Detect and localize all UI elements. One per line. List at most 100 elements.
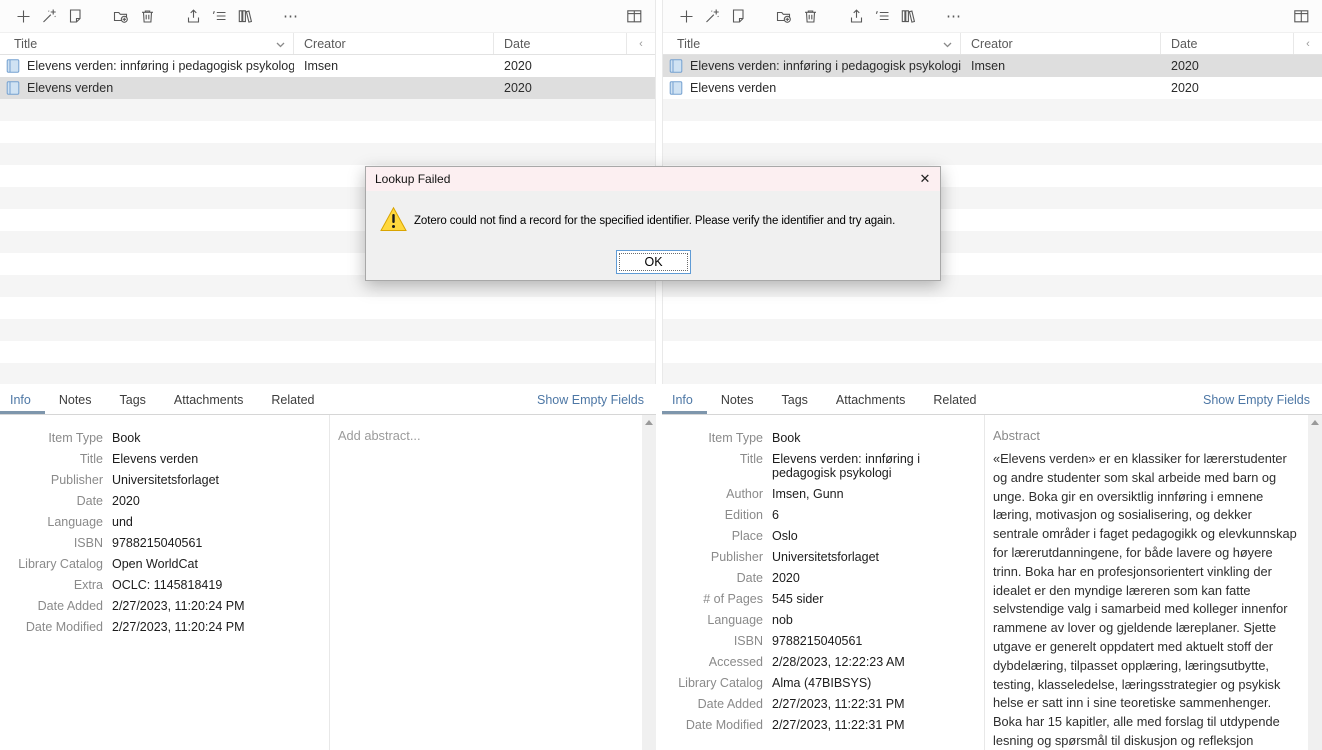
new-item-button[interactable] bbox=[10, 3, 36, 29]
list-header-right: Title Creator Date ‹ bbox=[663, 33, 1322, 55]
column-header-date[interactable]: Date bbox=[494, 33, 627, 54]
column-picker-icon[interactable] bbox=[621, 3, 647, 29]
trash-icon[interactable] bbox=[797, 3, 823, 29]
field-value[interactable]: und bbox=[112, 515, 323, 529]
more-options-button[interactable]: ⋯ bbox=[941, 3, 967, 29]
tab-info[interactable]: Info bbox=[10, 393, 31, 414]
create-bibliography-icon[interactable] bbox=[232, 3, 258, 29]
tab-attachments[interactable]: Attachments bbox=[174, 393, 243, 414]
trash-icon[interactable] bbox=[134, 3, 160, 29]
field-value[interactable]: 2020 bbox=[772, 571, 978, 585]
export-icon[interactable] bbox=[180, 3, 206, 29]
details-tabbar: Info Notes Tags Attachments Related Show… bbox=[662, 384, 1322, 415]
column-title-label: Title bbox=[677, 37, 700, 51]
table-row[interactable]: Elevens verden 2020 bbox=[663, 77, 1322, 99]
book-item-icon bbox=[6, 81, 20, 95]
tab-related[interactable]: Related bbox=[271, 393, 314, 414]
add-by-identifier-icon[interactable] bbox=[36, 3, 62, 29]
new-collection-icon[interactable] bbox=[108, 3, 134, 29]
empty-row bbox=[663, 297, 1322, 319]
field-value[interactable]: Book bbox=[772, 431, 978, 445]
field-value[interactable]: nob bbox=[772, 613, 978, 627]
field-value[interactable]: 545 sider bbox=[772, 592, 978, 606]
column-header-date[interactable]: Date bbox=[1161, 33, 1294, 54]
close-icon[interactable]: ✕ bbox=[910, 167, 940, 191]
field-value[interactable]: Oslo bbox=[772, 529, 978, 543]
book-item-icon bbox=[6, 59, 20, 73]
chevron-down-icon[interactable] bbox=[276, 37, 285, 51]
show-empty-fields-link[interactable]: Show Empty Fields bbox=[1203, 393, 1310, 414]
new-item-button[interactable] bbox=[673, 3, 699, 29]
abstract-placeholder: Add abstract... bbox=[338, 428, 632, 443]
field-value[interactable]: 9788215040561 bbox=[112, 536, 323, 550]
field-value[interactable]: Universitetsforlaget bbox=[112, 473, 323, 487]
field-value[interactable]: 6 bbox=[772, 508, 978, 522]
create-bibliography-icon[interactable] bbox=[895, 3, 921, 29]
column-picker-icon[interactable] bbox=[1288, 3, 1314, 29]
empty-row bbox=[0, 121, 655, 143]
table-row-selected[interactable]: Elevens verden 2020 bbox=[0, 77, 655, 99]
column-header-creator[interactable]: Creator bbox=[294, 33, 494, 54]
field-value[interactable]: 2/27/2023, 11:22:31 PM bbox=[772, 697, 978, 711]
field-value[interactable]: OCLC: 1145818419 bbox=[112, 578, 323, 592]
collapse-pane-icon[interactable]: ‹ bbox=[627, 33, 655, 54]
field-value[interactable]: Book bbox=[112, 431, 323, 445]
field-value[interactable]: Imsen, Gunn bbox=[772, 487, 978, 501]
empty-row bbox=[0, 297, 655, 319]
warning-icon bbox=[380, 206, 407, 232]
field-value[interactable]: Open WorldCat bbox=[112, 557, 323, 571]
create-citation-icon[interactable] bbox=[206, 3, 232, 29]
empty-row bbox=[0, 143, 655, 165]
new-note-icon[interactable] bbox=[725, 3, 751, 29]
add-by-identifier-icon[interactable] bbox=[699, 3, 725, 29]
field-value[interactable]: Universitetsforlaget bbox=[772, 550, 978, 564]
dialog-titlebar: Lookup Failed ✕ bbox=[366, 167, 940, 191]
create-citation-icon[interactable] bbox=[869, 3, 895, 29]
abstract-editor[interactable]: Abstract «Elevens verden» er en klassike… bbox=[985, 415, 1308, 750]
empty-row bbox=[663, 143, 1322, 165]
field-value[interactable]: Elevens verden bbox=[112, 452, 323, 466]
table-row-selected[interactable]: Elevens verden: innføring i pedagogisk p… bbox=[663, 55, 1322, 77]
field-value[interactable]: 9788215040561 bbox=[772, 634, 978, 648]
lookup-failed-dialog: Lookup Failed ✕ Zotero could not find a … bbox=[365, 166, 941, 281]
export-icon[interactable] bbox=[843, 3, 869, 29]
field-value[interactable]: Elevens verden: innføring i pedagogisk p… bbox=[772, 452, 978, 480]
column-header-title[interactable]: Title bbox=[663, 33, 961, 54]
scrollbar[interactable] bbox=[1308, 415, 1322, 750]
scroll-up-arrow-icon[interactable] bbox=[1311, 420, 1319, 425]
field-value[interactable]: 2/27/2023, 11:20:24 PM bbox=[112, 599, 323, 613]
scrollbar[interactable] bbox=[642, 415, 656, 750]
collapse-pane-icon[interactable]: ‹ bbox=[1294, 33, 1322, 54]
tab-related[interactable]: Related bbox=[933, 393, 976, 414]
tab-attachments[interactable]: Attachments bbox=[836, 393, 905, 414]
details-tabbar: Info Notes Tags Attachments Related Show… bbox=[0, 384, 656, 415]
field-value[interactable]: 2/27/2023, 11:22:31 PM bbox=[772, 718, 978, 732]
empty-row bbox=[0, 99, 655, 121]
show-empty-fields-link[interactable]: Show Empty Fields bbox=[537, 393, 644, 414]
empty-row bbox=[0, 363, 655, 385]
empty-row bbox=[663, 319, 1322, 341]
field-value[interactable]: 2/27/2023, 11:20:24 PM bbox=[112, 620, 323, 634]
tab-tags[interactable]: Tags bbox=[782, 393, 808, 414]
tab-info[interactable]: Info bbox=[672, 393, 693, 414]
tab-notes[interactable]: Notes bbox=[59, 393, 92, 414]
column-header-title[interactable]: Title bbox=[0, 33, 294, 54]
field-value[interactable]: 2/28/2023, 12:22:23 AM bbox=[772, 655, 978, 669]
column-title-label: Title bbox=[14, 37, 37, 51]
scroll-up-arrow-icon[interactable] bbox=[645, 420, 653, 425]
table-row[interactable]: Elevens verden: innføring i pedagogisk p… bbox=[0, 55, 655, 77]
chevron-down-icon[interactable] bbox=[943, 37, 952, 51]
tab-notes[interactable]: Notes bbox=[721, 393, 754, 414]
tab-tags[interactable]: Tags bbox=[120, 393, 146, 414]
abstract-editor[interactable]: Add abstract... bbox=[330, 415, 642, 750]
dialog-title: Lookup Failed bbox=[375, 172, 450, 186]
book-item-icon bbox=[669, 81, 683, 95]
more-options-button[interactable]: ⋯ bbox=[278, 3, 304, 29]
ok-button[interactable]: OK bbox=[616, 250, 691, 274]
new-collection-icon[interactable] bbox=[771, 3, 797, 29]
field-value[interactable]: 2020 bbox=[112, 494, 323, 508]
empty-row bbox=[663, 99, 1322, 121]
field-value[interactable]: Alma (47BIBSYS) bbox=[772, 676, 978, 690]
column-header-creator[interactable]: Creator bbox=[961, 33, 1161, 54]
new-note-icon[interactable] bbox=[62, 3, 88, 29]
